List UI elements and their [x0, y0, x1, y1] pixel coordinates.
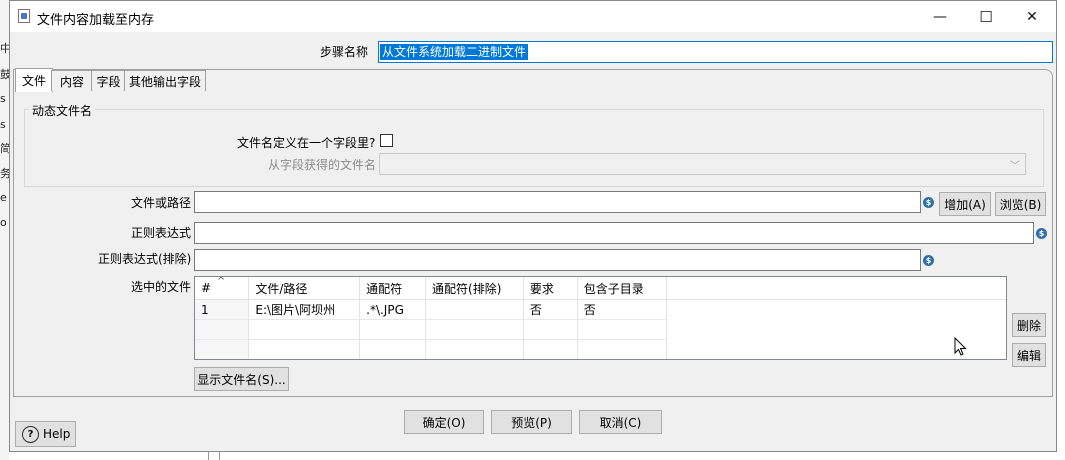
selected-files-label: 选中的文件 [131, 280, 192, 294]
table-row-empty [195, 319, 1006, 340]
table-filler [667, 300, 1006, 320]
maximize-button[interactable]: ☐ [963, 1, 1009, 32]
edit-button[interactable]: 编辑 [1012, 343, 1046, 367]
table-cell [523, 339, 578, 359]
variable-icon[interactable]: $ [923, 255, 934, 266]
tab-fields[interactable]: 字段 [91, 70, 126, 91]
table-cell [195, 319, 250, 340]
background-scrollbar-fragment [208, 452, 220, 460]
background-text: 务 [0, 167, 9, 180]
table-cell [577, 319, 668, 340]
background-text: s [0, 118, 6, 131]
show-filenames-button[interactable]: 显示文件名(S)... [194, 367, 289, 391]
table-cell: E:\图片\阿坝州 [248, 299, 361, 320]
chevron-down-icon: ﹀ [1010, 160, 1020, 172]
filename-in-field-checkbox[interactable] [380, 134, 393, 147]
table-cell [425, 319, 524, 340]
table-cell [195, 339, 250, 359]
column-header[interactable]: 通配符(排除) [425, 277, 524, 300]
column-header-filler [666, 277, 1006, 300]
background-text: o [0, 216, 7, 229]
dialog-window: 文件内容加载至内存 — ☐ ✕ 步骤名称 从文件系统加载二进制文件 文件 内容 … [9, 0, 1057, 452]
background-text: e [0, 191, 7, 204]
close-button[interactable]: ✕ [1009, 1, 1055, 32]
help-icon: ? [22, 425, 39, 443]
filename-in-field-label: 文件名定义在一个字段里? [237, 136, 376, 150]
sort-caret-icon: ^ [217, 276, 226, 287]
minimize-button[interactable]: — [917, 1, 963, 32]
table-header-row: # ^ 文件/路径 通配符 通配符(排除) 要求 包含子目录 [195, 277, 1006, 300]
step-name-label: 步骤名称 [320, 45, 369, 59]
background-text: 简 [0, 142, 9, 155]
table-cell [248, 319, 361, 340]
mouse-cursor-icon [954, 337, 967, 356]
column-header[interactable]: # ^ [195, 276, 250, 300]
preview-button[interactable]: 预览(P) [491, 410, 572, 434]
filename-from-field-label: 从字段获得的文件名 [268, 158, 377, 172]
regex-exclude-input[interactable] [194, 249, 921, 271]
table-row-empty [195, 339, 1006, 359]
background-text: 中 [0, 42, 9, 55]
ok-button[interactable]: 确定(O) [404, 410, 484, 434]
table-cell [523, 319, 578, 340]
tab-file[interactable]: 文件 [15, 68, 53, 92]
selected-files-table[interactable]: # ^ 文件/路径 通配符 通配符(排除) 要求 包含子目录 1 E:\图片\阿坝… [194, 276, 1007, 360]
file-path-label: 文件或路径 [131, 196, 192, 210]
table-cell: 否 [577, 299, 668, 320]
step-name-input[interactable]: 从文件系统加载二进制文件 [378, 41, 1053, 63]
tab-other-output-fields[interactable]: 其他输出字段 [124, 70, 206, 91]
regex-exclude-label: 正则表达式(排除) [98, 252, 192, 266]
document-icon [18, 9, 30, 23]
table-cell: 否 [523, 299, 578, 320]
cancel-button[interactable]: 取消(C) [579, 410, 662, 434]
help-label: Help [43, 427, 71, 441]
column-header[interactable]: 包含子目录 [577, 277, 668, 300]
table-row[interactable]: 1 E:\图片\阿坝州 .*\.JPG 否 否 [195, 299, 1006, 320]
browse-button[interactable]: 浏览(B) [995, 192, 1046, 216]
variable-icon[interactable]: $ [1036, 228, 1047, 239]
title-bar[interactable]: 文件内容加载至内存 — ☐ ✕ [10, 1, 1056, 32]
delete-button[interactable]: 删除 [1012, 313, 1046, 337]
table-cell [577, 339, 668, 359]
table-cell: 1 [195, 299, 250, 320]
table-cell: .*\.JPG [359, 299, 427, 320]
step-name-value: 从文件系统加载二进制文件 [380, 44, 529, 60]
tab-content[interactable]: 内容 [51, 70, 93, 91]
column-header[interactable]: 要求 [523, 277, 578, 300]
table-cell [425, 339, 524, 359]
table-cell [359, 319, 427, 340]
window-title: 文件内容加载至内存 [37, 13, 155, 28]
background-text: s [0, 92, 6, 105]
dynamic-filename-group [24, 109, 1044, 187]
variable-icon[interactable]: $ [923, 197, 934, 208]
table-cell [425, 299, 524, 320]
filename-from-field-select[interactable]: ﹀ [379, 153, 1026, 175]
table-cell [248, 339, 361, 359]
background-text: 鼓 [0, 68, 9, 81]
files-grid: # ^ 文件/路径 通配符 通配符(排除) 要求 包含子目录 1 E:\图片\阿坝… [195, 277, 1006, 359]
regex-label: 正则表达式 [131, 226, 192, 240]
column-header[interactable]: 文件/路径 [248, 277, 361, 300]
dynamic-filename-group-title: 动态文件名 [29, 102, 96, 119]
table-cell [359, 339, 427, 359]
add-button[interactable]: 增加(A) [939, 192, 991, 216]
file-path-input[interactable] [194, 191, 921, 213]
help-button[interactable]: ? Help [15, 421, 76, 447]
column-header[interactable]: 通配符 [359, 277, 427, 300]
regex-input[interactable] [194, 222, 1034, 244]
